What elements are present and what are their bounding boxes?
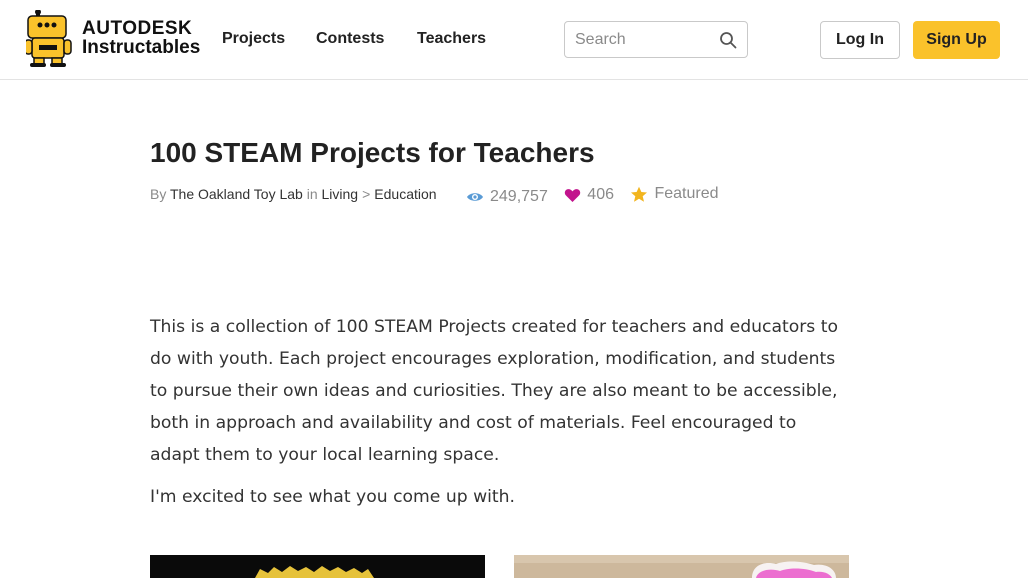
subcategory-link[interactable]: Education [374, 186, 436, 202]
page-title: 100 STEAM Projects for Teachers [150, 137, 595, 168]
featured-badge: Featured [630, 185, 719, 203]
by-label: By [150, 186, 167, 202]
search-input[interactable] [575, 29, 715, 51]
project-thumbnail-1[interactable] [150, 555, 485, 578]
in-label: in [306, 186, 318, 202]
heart-icon [565, 188, 581, 202]
eye-icon [467, 192, 483, 201]
author-link[interactable]: The Oakland Toy Lab [170, 186, 303, 202]
views-count: 249,757 [490, 187, 548, 205]
favorites-stat: 406 [564, 186, 614, 204]
views-stat: 249,757 [466, 188, 548, 206]
star-icon [631, 186, 648, 202]
featured-label: Featured [654, 185, 719, 202]
category-separator: > [362, 186, 371, 202]
closing-paragraph: I'm excited to see what you come up with… [150, 487, 516, 507]
thumbnail-artwork [150, 555, 485, 578]
login-button[interactable]: Log In [820, 21, 900, 59]
brand-autodesk: AUTODESK [82, 18, 193, 39]
signup-button[interactable]: Sign Up [913, 21, 1000, 59]
instructables-logo[interactable]: AUTODESK Instructables [26, 10, 201, 70]
article-stats: 249,757 406 Featured [466, 185, 731, 207]
search-icon[interactable] [719, 31, 737, 49]
nav-projects[interactable]: Projects [222, 29, 285, 49]
robot-mascot-icon [26, 10, 72, 67]
article-meta: By The Oakland Toy Lab in Living > Educati… [150, 186, 437, 208]
project-thumbnail-2[interactable] [514, 555, 849, 578]
brand-instructables: Instructables [82, 37, 201, 58]
nav-contests[interactable]: Contests [316, 29, 384, 49]
site-header: AUTODESK Instructables Projects Contests… [0, 0, 1028, 80]
category-link[interactable]: Living [322, 186, 359, 202]
favorites-count: 406 [587, 186, 614, 203]
thumbnail-artwork [514, 555, 849, 578]
search-box [564, 21, 748, 58]
intro-paragraph: This is a collection of 100 STEAM Projec… [150, 317, 838, 465]
nav-teachers[interactable]: Teachers [417, 29, 486, 49]
